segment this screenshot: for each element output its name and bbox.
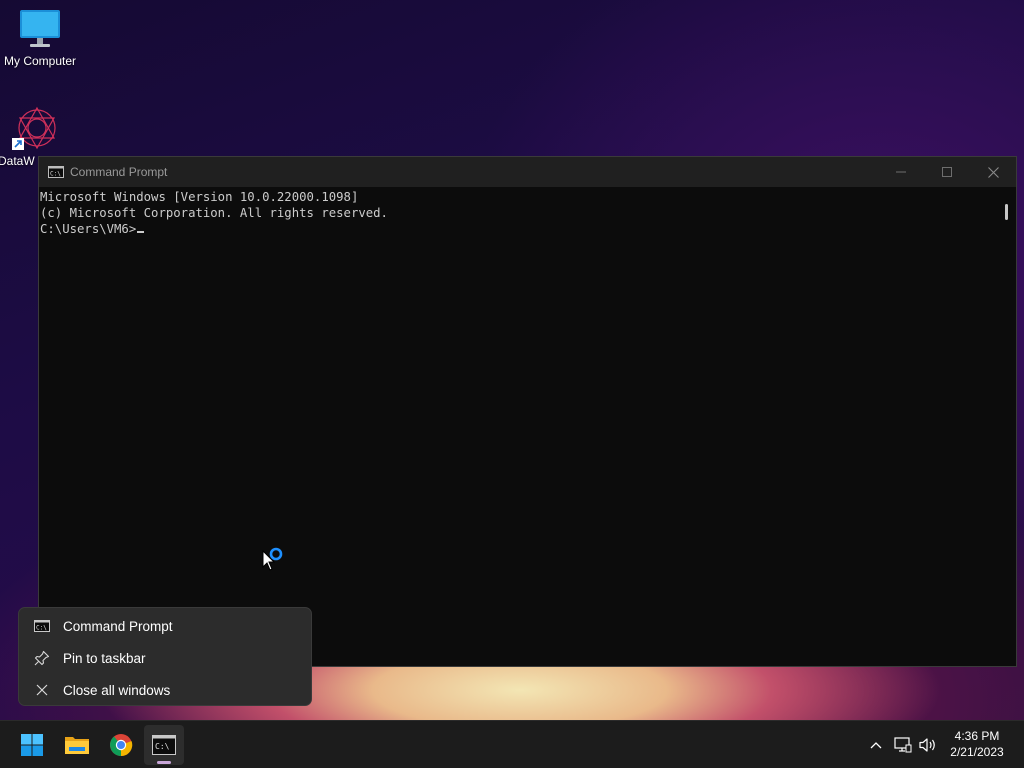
window-title: Command Prompt [70,165,168,179]
cmd-icon: C:\ [48,166,64,178]
pin-icon [33,649,51,667]
taskbar-clock[interactable]: 4:36 PM 2/21/2023 [942,728,1012,760]
console-line: (c) Microsoft Corporation. All rights re… [40,206,388,220]
window-titlebar[interactable]: C:\ Command Prompt [39,157,1016,187]
command-prompt-taskbar-button[interactable]: C:\ [144,725,184,765]
command-prompt-window[interactable]: C:\ Command Prompt Microsoft Windows [Ve… [38,156,1017,667]
console-prompt: C:\Users\VM6> [40,222,137,236]
maximize-button[interactable] [924,157,970,187]
clock-time: 4:36 PM [954,729,1000,743]
jump-list-label: Command Prompt [63,618,173,634]
cmd-icon: C:\ [33,617,51,635]
busy-pointer-icon [262,547,283,571]
clock-date: 2/21/2023 [950,745,1004,759]
taskbar-jump-list: C:\ Command Prompt Pin to taskbar Close … [18,607,312,706]
jump-list-item-close-all-windows[interactable]: Close all windows [19,674,311,706]
text-cursor [137,231,145,233]
chrome-button[interactable] [101,725,141,765]
dataw-app-icon [12,106,56,150]
monitor-icon [20,10,60,47]
close-icon [33,681,51,699]
svg-text:C:\: C:\ [155,742,170,751]
volume-icon[interactable] [918,735,938,755]
cmd-icon: C:\ [152,735,176,755]
desktop-icon-label: My Computer [3,54,77,68]
close-icon [987,166,999,178]
windows-logo-icon [21,734,43,756]
minimize-icon [896,171,906,173]
scrollbar-thumb[interactable] [1005,204,1008,220]
console-prompt-line: C:\Users\VM6> [40,221,998,237]
jump-list-label: Pin to taskbar [63,650,146,666]
close-button[interactable] [970,157,1016,187]
console-line: Microsoft Windows [Version 10.0.22000.10… [40,190,359,204]
desktop-icon-my-computer[interactable]: My Computer [0,8,80,68]
show-hidden-icons-chevron-icon[interactable] [866,735,886,755]
minimize-button[interactable] [878,157,924,187]
jump-list-label: Close all windows [63,682,171,698]
file-explorer-button[interactable] [57,725,97,765]
svg-text:C:\: C:\ [36,625,47,632]
network-icon[interactable] [893,735,913,755]
console-scrollbar[interactable] [998,187,1016,666]
taskbar: C:\ 4:36 PM 2/21/2023 [0,720,1024,768]
running-indicator [157,761,171,764]
folder-icon [65,737,89,754]
chrome-icon [110,734,133,757]
jump-list-item-command-prompt[interactable]: C:\ Command Prompt [19,610,311,642]
svg-text:C:\: C:\ [50,171,61,178]
maximize-icon [942,167,952,177]
jump-list-item-pin-to-taskbar[interactable]: Pin to taskbar [19,642,311,674]
console-output[interactable]: Microsoft Windows [Version 10.0.22000.10… [39,187,998,666]
start-button[interactable] [12,725,52,765]
